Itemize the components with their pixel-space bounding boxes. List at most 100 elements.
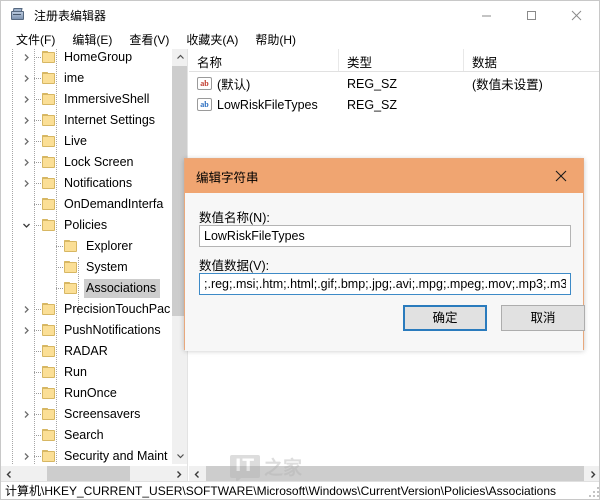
menu-item-view[interactable]: 查看(V) xyxy=(121,29,178,50)
table-row[interactable]: ab LowRiskFileTypes REG_SZ xyxy=(189,94,600,115)
chevron-right-icon[interactable] xyxy=(19,173,34,194)
edit-string-dialog: 编辑字符串 数值名称(N): 数值数据(V): 确定 取消 xyxy=(184,158,584,350)
chevron-right-icon[interactable] xyxy=(19,446,34,464)
window-title: 注册表编辑器 xyxy=(34,7,106,24)
tree-connector-line xyxy=(34,152,41,173)
chevron-right-icon[interactable] xyxy=(19,320,34,341)
menubar: 文件(F) 编辑(E) 查看(V) 收藏夹(A) 帮助(H) xyxy=(1,29,599,49)
chevron-right-icon[interactable] xyxy=(19,404,34,425)
tree-connector-line xyxy=(56,257,63,278)
value-data-label: 数值数据(V): xyxy=(199,255,269,274)
tree-item-security-and-maint[interactable]: Security and Maint xyxy=(1,446,171,464)
status-path: 计算机\HKEY_CURRENT_USER\SOFTWARE\Microsoft… xyxy=(5,482,556,499)
chevron-right-icon[interactable] xyxy=(19,89,34,110)
value-name-label: 数值名称(N): xyxy=(199,207,270,226)
dialog-titlebar: 编辑字符串 xyxy=(185,159,583,193)
dialog-title: 编辑字符串 xyxy=(196,167,259,186)
tree-item-live[interactable]: Live xyxy=(1,131,171,152)
chevron-right-icon[interactable] xyxy=(19,68,34,89)
ok-button[interactable]: 确定 xyxy=(403,305,487,331)
minimize-icon[interactable] xyxy=(464,1,509,29)
tree-connector-line xyxy=(34,68,41,89)
tree-item-explorer[interactable]: Explorer xyxy=(1,236,171,257)
menu-item-help[interactable]: 帮助(H) xyxy=(247,29,305,50)
tree-connector-line xyxy=(56,278,63,299)
chevron-down-icon[interactable] xyxy=(19,215,34,236)
tree-connector-line xyxy=(56,236,63,257)
tree-item-immersiveshell[interactable]: ImmersiveShell xyxy=(1,89,171,110)
scroll-down-icon[interactable] xyxy=(172,447,188,464)
tree-item-policies[interactable]: Policies xyxy=(1,215,171,236)
resize-grip[interactable] xyxy=(587,485,599,497)
tree-connector-line xyxy=(34,49,41,68)
folder-icon xyxy=(41,219,57,232)
close-icon[interactable] xyxy=(538,159,583,193)
tree-item-search[interactable]: Search xyxy=(1,425,171,446)
chevron-right-icon[interactable] xyxy=(19,131,34,152)
table-row[interactable]: ab (默认) REG_SZ (数值未设置) xyxy=(189,73,600,94)
folder-icon xyxy=(41,114,57,127)
tree-item-label: Run xyxy=(62,363,91,382)
folder-icon xyxy=(63,282,79,295)
value-data-input[interactable] xyxy=(199,273,571,295)
tree-item-ondemandinterfa[interactable]: OnDemandInterfa xyxy=(1,194,171,215)
chevron-right-icon[interactable] xyxy=(19,110,34,131)
chevron-right-icon[interactable] xyxy=(19,152,34,173)
value-name-text: LowRiskFileTypes xyxy=(217,98,318,112)
tree-item-associations[interactable]: Associations xyxy=(1,278,171,299)
cancel-button[interactable]: 取消 xyxy=(501,305,585,331)
value-type-cell: REG_SZ xyxy=(339,98,464,112)
tree-item-label: OnDemandInterfa xyxy=(62,195,167,214)
column-header-name[interactable]: 名称 xyxy=(189,49,339,71)
titlebar: 注册表编辑器 xyxy=(1,1,599,29)
folder-icon xyxy=(41,324,57,337)
tree-item-ime[interactable]: ime xyxy=(1,68,171,89)
folder-icon xyxy=(41,429,57,442)
chevron-right-icon[interactable] xyxy=(19,299,34,320)
tree-item-label: ime xyxy=(62,69,88,88)
tree-item-label: PrecisionTouchPac xyxy=(62,300,171,319)
tree-item-run[interactable]: Run xyxy=(1,362,171,383)
tree-item-label: Search xyxy=(62,426,108,445)
tree-connector-line xyxy=(34,383,41,404)
tree-item-homegroup[interactable]: HomeGroup xyxy=(1,49,171,68)
tree-item-notifications[interactable]: Notifications xyxy=(1,173,171,194)
scroll-up-icon[interactable] xyxy=(172,49,188,66)
tree-item-runonce[interactable]: RunOnce xyxy=(1,383,171,404)
close-icon[interactable] xyxy=(554,1,599,29)
column-header-type[interactable]: 类型 xyxy=(339,49,464,71)
tree-connector-line xyxy=(34,131,41,152)
tree-connector-line xyxy=(34,215,41,236)
menu-item-favorites[interactable]: 收藏夹(A) xyxy=(178,29,247,50)
tree-connector-line xyxy=(34,110,41,131)
menu-item-file[interactable]: 文件(F) xyxy=(8,29,64,50)
folder-icon xyxy=(41,198,57,211)
folder-icon xyxy=(41,177,57,190)
value-name-text: (默认) xyxy=(217,74,250,93)
tree-item-screensavers[interactable]: Screensavers xyxy=(1,404,171,425)
column-header-data[interactable]: 数据 xyxy=(464,49,600,71)
tree-item-precisiontouchpac[interactable]: PrecisionTouchPac xyxy=(1,299,171,320)
tree-item-label: Explorer xyxy=(84,237,137,256)
tree-item-pushnotifications[interactable]: PushNotifications xyxy=(1,320,171,341)
ab-string-icon-red: ab xyxy=(197,77,212,90)
menu-item-edit[interactable]: 编辑(E) xyxy=(64,29,121,50)
registry-tree[interactable]: HomeGroupimeImmersiveShellInternet Setti… xyxy=(1,49,171,464)
tree-item-label: Policies xyxy=(62,216,111,235)
folder-icon xyxy=(41,93,57,106)
tree-item-radar[interactable]: RADAR xyxy=(1,341,171,362)
tree-item-label: Lock Screen xyxy=(62,153,137,172)
tree-twisty-placeholder xyxy=(41,278,56,299)
chevron-right-icon[interactable] xyxy=(19,49,34,68)
value-name-input[interactable] xyxy=(199,225,571,247)
tree-item-label: Associations xyxy=(84,279,160,298)
tree-twisty-placeholder xyxy=(19,383,34,404)
folder-icon xyxy=(63,261,79,274)
tree-item-internet-settings[interactable]: Internet Settings xyxy=(1,110,171,131)
maximize-icon[interactable] xyxy=(509,1,554,29)
value-name-cell[interactable]: ab (默认) xyxy=(189,74,339,93)
tree-item-lock-screen[interactable]: Lock Screen xyxy=(1,152,171,173)
registry-editor-window: 注册表编辑器 文件(F) 编辑(E) 查看(V) 收藏夹(A) 帮助(H) xyxy=(0,0,600,500)
tree-item-system[interactable]: System xyxy=(1,257,171,278)
value-name-cell[interactable]: ab LowRiskFileTypes xyxy=(189,98,339,112)
